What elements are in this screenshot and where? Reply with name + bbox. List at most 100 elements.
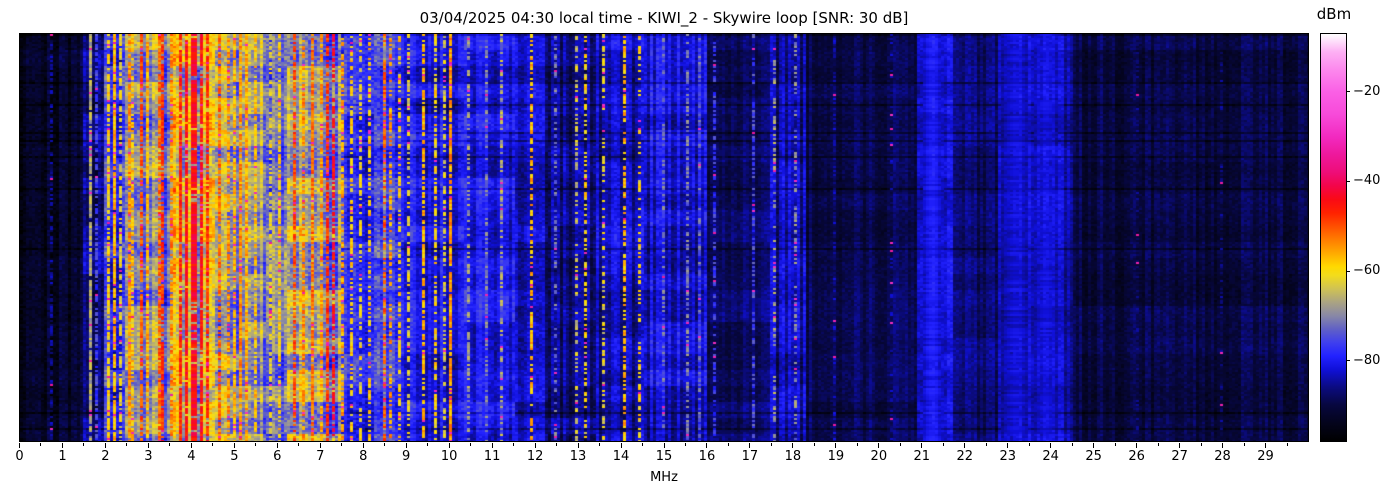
x-minor-tick	[298, 443, 300, 446]
x-tick-label: 16	[698, 449, 716, 464]
x-major-tick	[1179, 443, 1181, 448]
x-major-tick	[1136, 443, 1138, 448]
x-tick-label: 27	[1171, 449, 1188, 464]
x-major-tick	[577, 443, 579, 448]
x-minor-tick	[856, 443, 858, 446]
x-tick-label: 24	[1042, 449, 1059, 464]
x-tick-label: 18	[784, 449, 802, 464]
x-major-tick	[61, 443, 63, 448]
waterfall-canvas	[20, 34, 1308, 441]
x-tick-label: 15	[655, 449, 673, 464]
x-major-tick	[1050, 443, 1052, 448]
x-tick-label: 8	[359, 449, 368, 464]
x-tick-label: 1	[58, 449, 67, 464]
x-major-tick	[362, 443, 364, 448]
colorbar-tick-label: −40	[1353, 173, 1381, 189]
chart-title: 03/04/2025 04:30 local time - KIWI_2 - S…	[419, 9, 909, 27]
x-minor-tick	[255, 443, 257, 446]
x-minor-tick	[169, 443, 171, 446]
x-minor-tick	[513, 443, 515, 446]
x-major-tick	[190, 443, 192, 448]
x-major-tick	[792, 443, 794, 448]
colorbar-tick	[1346, 270, 1350, 272]
colorbar-unit-label: dBm	[1316, 5, 1352, 23]
x-major-tick	[1007, 443, 1009, 448]
x-minor-tick	[1243, 443, 1245, 446]
colorbar-tick-label: −60	[1353, 263, 1381, 279]
x-minor-tick	[1114, 443, 1116, 446]
x-major-tick	[964, 443, 966, 448]
x-major-tick	[921, 443, 923, 448]
x-minor-tick	[1157, 443, 1159, 446]
x-tick-label: 22	[956, 449, 974, 464]
x-minor-tick	[727, 443, 729, 446]
x-tick-label: 0	[15, 449, 24, 464]
x-minor-tick	[1028, 443, 1030, 446]
x-major-tick	[663, 443, 665, 448]
x-major-tick	[319, 443, 321, 448]
x-minor-tick	[985, 443, 987, 446]
spectrogram-figure: 03/04/2025 04:30 local time - KIWI_2 - S…	[0, 0, 1400, 500]
colorbar	[1320, 33, 1347, 442]
x-minor-tick	[40, 443, 42, 446]
x-tick-label: 25	[1085, 449, 1102, 464]
x-minor-tick	[1286, 443, 1288, 446]
colorbar-tick	[1346, 360, 1350, 362]
x-major-tick	[448, 443, 450, 448]
x-tick-label: 14	[612, 449, 630, 464]
x-minor-tick	[813, 443, 815, 446]
x-major-tick	[276, 443, 278, 448]
x-minor-tick	[942, 443, 944, 446]
x-tick-label: 20	[870, 449, 888, 464]
x-tick-label: 23	[999, 449, 1016, 464]
plot-area	[19, 33, 1309, 442]
x-minor-tick	[599, 443, 601, 446]
x-tick-label: 17	[741, 449, 759, 464]
x-tick-label: 5	[230, 449, 239, 464]
x-minor-tick	[470, 443, 472, 446]
x-minor-tick	[126, 443, 128, 446]
x-major-tick	[1222, 443, 1224, 448]
colorbar-tick	[1346, 91, 1350, 93]
x-major-tick	[104, 443, 106, 448]
x-minor-tick	[83, 443, 85, 446]
x-tick-label: 3	[144, 449, 153, 464]
x-minor-tick	[556, 443, 558, 446]
x-major-tick	[233, 443, 235, 448]
x-minor-tick	[427, 443, 429, 446]
x-major-tick	[19, 443, 20, 448]
x-tick-label: 13	[569, 449, 587, 464]
x-major-tick	[878, 443, 880, 448]
x-minor-tick	[642, 443, 644, 446]
x-tick-label: 6	[273, 449, 282, 464]
x-tick-label: 12	[526, 449, 544, 464]
x-tick-label: 21	[913, 449, 931, 464]
x-major-tick	[147, 443, 149, 448]
x-tick-label: 11	[483, 449, 501, 464]
x-major-tick	[620, 443, 622, 448]
x-minor-tick	[384, 443, 386, 446]
x-major-tick	[491, 443, 493, 448]
x-minor-tick	[1200, 443, 1202, 446]
x-minor-tick	[341, 443, 343, 446]
x-axis-label: MHz	[650, 470, 678, 485]
x-minor-tick	[684, 443, 686, 446]
x-major-tick	[534, 443, 536, 448]
x-major-tick	[706, 443, 708, 448]
x-minor-tick	[899, 443, 901, 446]
x-tick-label: 7	[316, 449, 325, 464]
x-tick-label: 26	[1128, 449, 1145, 464]
x-minor-tick	[212, 443, 214, 446]
x-tick-label: 28	[1214, 449, 1231, 464]
x-major-tick	[1093, 443, 1095, 448]
colorbar-tick-label: −80	[1353, 352, 1381, 368]
x-minor-tick	[770, 443, 772, 446]
x-tick-label: 19	[827, 449, 845, 464]
x-major-tick	[1265, 443, 1267, 448]
colorbar-tick	[1346, 180, 1350, 182]
x-tick-label: 10	[440, 449, 458, 464]
x-tick-label: 9	[402, 449, 411, 464]
x-tick-label: 2	[101, 449, 110, 464]
x-minor-tick	[1071, 443, 1073, 446]
x-tick-label: 29	[1257, 449, 1274, 464]
